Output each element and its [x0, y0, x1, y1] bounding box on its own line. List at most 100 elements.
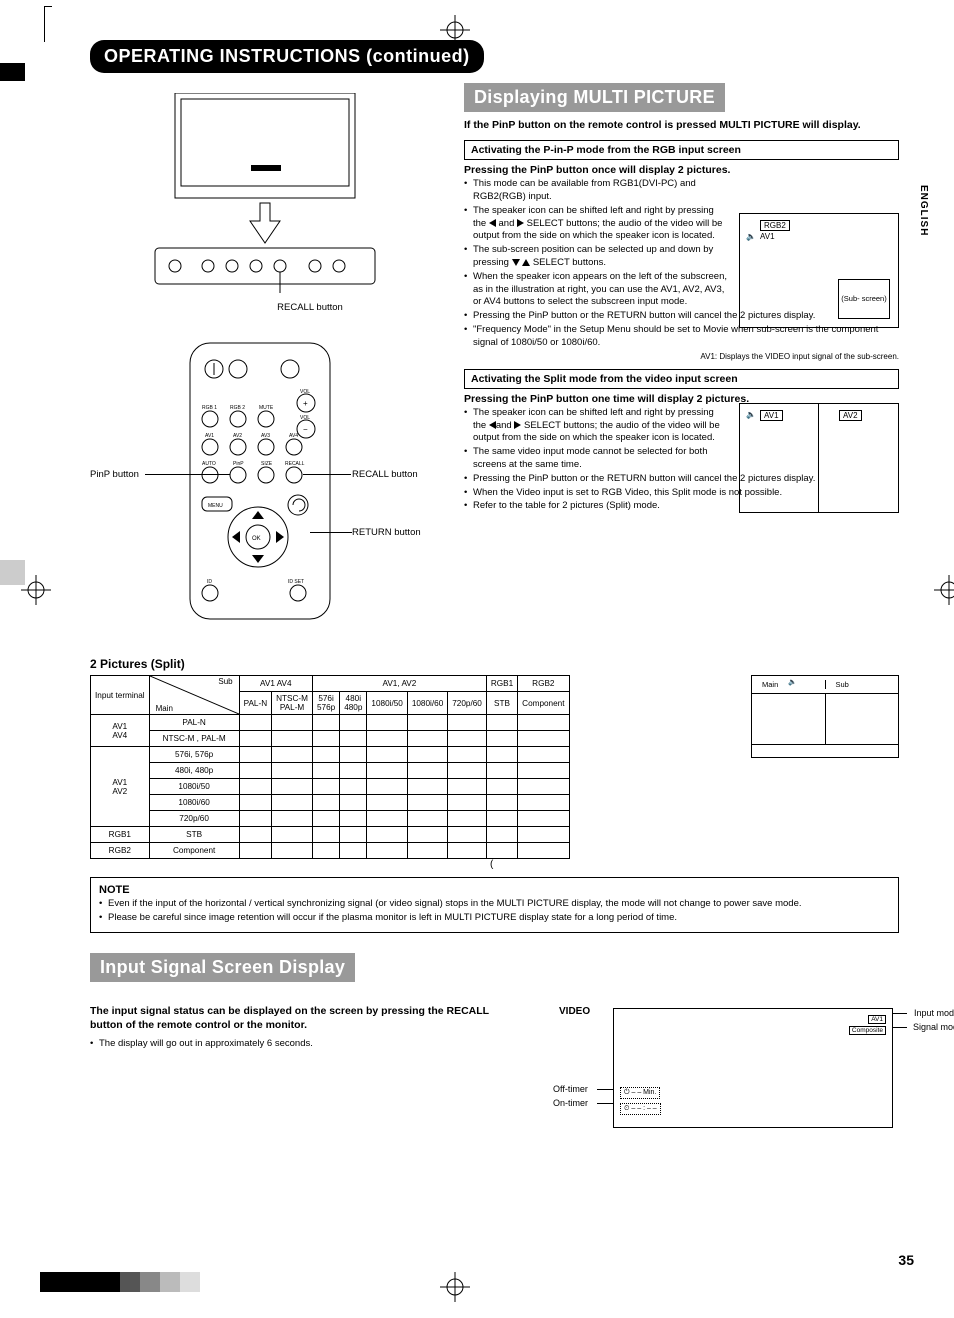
bullet: The speaker icon can be shifted left and…: [464, 407, 729, 445]
page-number: 35: [898, 1252, 914, 1268]
callout-pinp: PinP button: [90, 469, 139, 480]
svg-text:−: −: [303, 425, 308, 434]
th: AV1 AV4: [239, 676, 312, 692]
bullet: Pressing the PinP button or the RETURN b…: [464, 473, 899, 486]
th: RGB2: [518, 676, 569, 692]
callout-return: RETURN button: [352, 527, 421, 538]
svg-text:RGB 2: RGB 2: [230, 405, 245, 411]
footer-color-bar: [40, 1272, 200, 1292]
note-bullet: Even if the input of the horizontal / ve…: [99, 898, 890, 911]
svg-text:MENU: MENU: [208, 503, 223, 509]
callout-recall-monitor: RECALL button: [180, 302, 440, 313]
svg-text:AV3: AV3: [261, 433, 270, 439]
label-off-timer: Off-timer: [553, 1084, 588, 1094]
table-row: AV1 AV4 PAL-N: [91, 715, 570, 731]
leader-line: [310, 532, 352, 533]
arrow-up-icon: [522, 259, 530, 266]
label-input-mode: Input mode: [914, 1008, 954, 1018]
leader-line: [597, 1089, 613, 1090]
bullet: The same video input mode cannot be sele…: [464, 446, 729, 472]
off-timer-row: ⏻ – – Min.: [620, 1087, 660, 1099]
label-signal-mode: Signal mode: [913, 1022, 954, 1032]
svg-text:+: +: [303, 399, 308, 408]
table-row: AV1 AV2 576i, 576p: [91, 747, 570, 763]
bullet: The display will go out in approximately…: [90, 1038, 519, 1051]
note-box: NOTE Even if the input of the horizontal…: [90, 877, 899, 933]
split-left-label: AV1: [760, 410, 783, 421]
svg-text:AUTO: AUTO: [202, 461, 216, 467]
table-row: 1080i/50: [91, 779, 570, 795]
svg-text:OK: OK: [252, 536, 261, 542]
speaker-icon: 🔈: [788, 678, 797, 686]
registration-mark-bottom: [440, 1272, 470, 1302]
on-timer-row: ⏲ – – : – –: [620, 1103, 661, 1115]
table-row: 1080i/60: [91, 795, 570, 811]
leader-line: [597, 1103, 613, 1104]
arrow-right-icon: [517, 219, 524, 227]
table-row: RGB1STB: [91, 827, 570, 843]
registration-mark-left: [21, 575, 51, 605]
table-row: 480i, 480p: [91, 763, 570, 779]
monitor-illustration: RECALL button: [90, 93, 440, 313]
bullet: Refer to the table for 2 pictures (Split…: [464, 500, 899, 513]
th: STB: [486, 692, 517, 715]
bullet: Pressing the PinP button or the RETURN b…: [464, 310, 899, 323]
sub-heading-pinp-once: Pressing the PinP button once will displ…: [464, 164, 899, 176]
th: 576i 576p: [312, 692, 339, 715]
remote-illustration: VOL + RGB 1 RGB 2 MUTE VOL − AV1 AV2 AV3…: [90, 337, 440, 637]
th: PAL-N: [239, 692, 272, 715]
leader-line: [145, 474, 230, 475]
svg-text:AV4: AV4: [289, 433, 298, 439]
section-title: OPERATING INSTRUCTIONS (continued): [90, 40, 484, 73]
black-margin-marker: [0, 63, 25, 81]
table-row: NTSC-M , PAL-M: [91, 731, 570, 747]
th: 1080i/50: [367, 692, 407, 715]
bullet: When the Video input is set to RGB Video…: [464, 487, 899, 500]
th: 1080i/60: [407, 692, 447, 715]
svg-text:MUTE: MUTE: [259, 405, 274, 411]
svg-text:AV2: AV2: [233, 433, 242, 439]
arrow-left-icon: [489, 421, 496, 429]
video-box-composite: Composite: [849, 1026, 886, 1035]
table-row: 720p/60: [91, 811, 570, 827]
split-compatibility-table: Input terminal Main Sub AV1 AV4 AV1, AV2…: [90, 675, 570, 859]
bullet: The speaker icon can be shifted left and…: [464, 205, 729, 243]
input-intro: The input signal status can be displayed…: [90, 1004, 519, 1032]
svg-text:RECALL: RECALL: [285, 461, 305, 467]
bullet: The sub-screen position can be selected …: [464, 244, 729, 270]
table-row: RGB2Component: [91, 843, 570, 859]
language-tab: ENGLISH: [918, 185, 929, 236]
leader-line: [893, 1027, 907, 1028]
svg-text:ID: ID: [207, 579, 212, 585]
registration-mark-right: [934, 575, 954, 605]
boxed-heading-pinp-rgb: Activating the P-in-P mode from the RGB …: [464, 140, 899, 160]
boxed-heading-split-video: Activating the Split mode from the video…: [464, 369, 899, 389]
stray-paren: (: [490, 859, 493, 870]
pip1-footnote: AV1: Displays the VIDEO input signal of …: [464, 352, 899, 361]
th: AV1, AV2: [312, 676, 486, 692]
pip1-rgb2-label: RGB2: [760, 220, 790, 231]
svg-text:SIZE: SIZE: [261, 461, 273, 467]
svg-text:PinP: PinP: [233, 461, 244, 467]
th: RGB1: [486, 676, 517, 692]
multi-intro: If the PinP button on the remote control…: [464, 118, 899, 132]
video-heading: VIDEO: [559, 1006, 590, 1017]
leader-line: [303, 474, 351, 475]
th: Component: [518, 692, 569, 715]
mini-main-sub-diagram: 🔈 MainSub: [751, 675, 899, 758]
pip1-av1-label: AV1: [760, 232, 775, 241]
arrow-right-icon: [514, 421, 521, 429]
th: NTSC-M PAL-M: [272, 692, 313, 715]
arrow-down-icon: [512, 259, 520, 266]
subsection-input-signal: Input Signal Screen Display: [90, 953, 355, 982]
svg-text:RGB 1: RGB 1: [202, 405, 217, 411]
diag-main: Main: [156, 704, 173, 713]
subsection-multi-picture: Displaying MULTI PICTURE: [464, 83, 725, 112]
leader-line: [893, 1013, 907, 1014]
mini-sub-label: Sub: [825, 680, 899, 689]
video-box-av1: AV1: [868, 1015, 886, 1024]
speaker-icon: 🔈: [746, 232, 756, 241]
input-signal-diagram: VIDEO AV1 Composite ⏻ – – Min. ⏲ – – : –…: [559, 998, 899, 1148]
svg-text:AV1: AV1: [205, 433, 214, 439]
registration-mark-top: [440, 15, 470, 45]
